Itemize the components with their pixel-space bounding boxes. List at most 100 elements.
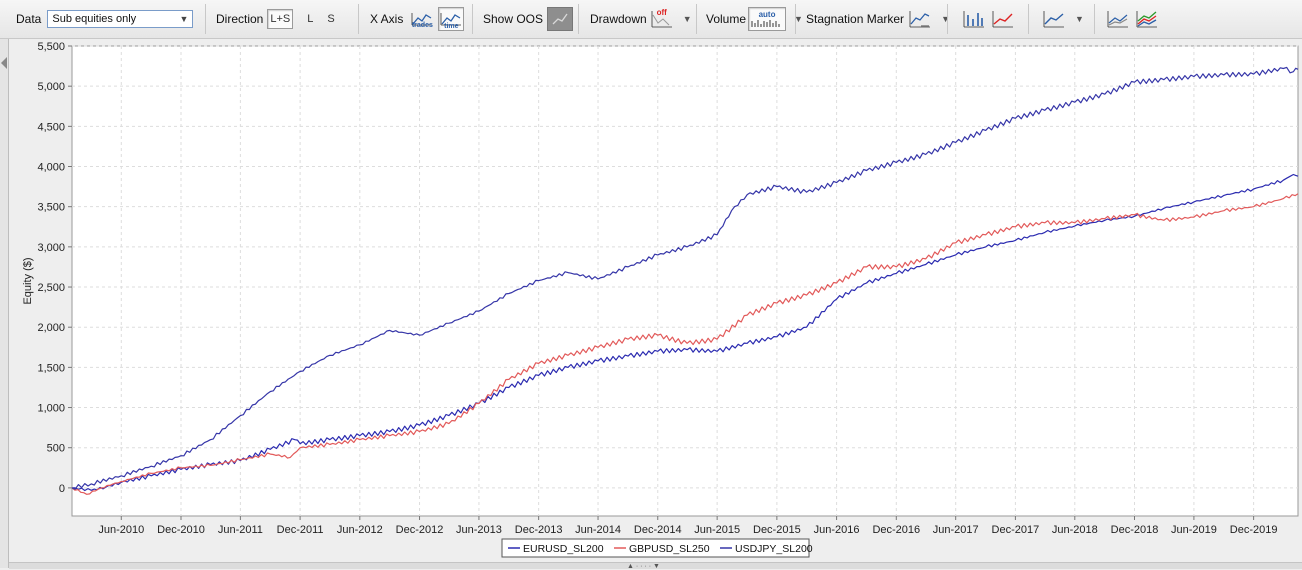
y-tick-label: 3,000 [37, 242, 65, 254]
y-tick-label: 4,500 [37, 121, 65, 133]
drawdown-button[interactable]: off [649, 7, 675, 31]
x-tick-label: Dec-2016 [872, 524, 920, 536]
multi-line-chart-button[interactable] [1105, 7, 1131, 31]
line-chart-dropdown-icon[interactable]: ▼ [1075, 14, 1084, 24]
legend: EURUSD_SL200 GBPUSD_SL250 USDJPY_SL200 [501, 538, 813, 558]
x-tick-label: Jun-2010 [98, 524, 144, 536]
x-tick-label: Jun-2011 [218, 524, 263, 536]
data-select[interactable]: Sub equities only ▼ [47, 10, 194, 28]
x-tick-label: Dec-2018 [1111, 524, 1159, 536]
divider [696, 4, 697, 34]
drawdown-label: Drawdown [590, 12, 647, 26]
stagnation-group: Stagnation Marker ▼ [806, 0, 950, 38]
y-axis: 0 500 1,000 1,500 2,000 2,500 3,000 3,500 4,000 4… [37, 41, 72, 495]
y-axis-title: Equity ($) [22, 257, 34, 304]
chart-type-group [958, 0, 1016, 38]
x-tick-label: Dec-2017 [992, 524, 1040, 536]
colored-lines-chart-button[interactable] [1134, 7, 1160, 31]
colored-lines-chart-icon [1136, 11, 1157, 28]
bar-chart-button[interactable] [961, 7, 987, 31]
drawdown-state: off [656, 8, 667, 17]
data-label: Data [16, 12, 42, 26]
volume-button[interactable]: auto [748, 7, 787, 31]
direction-label: Direction [216, 12, 264, 26]
x-tick-label: Dec-2011 [277, 524, 324, 536]
xaxis-trades-button[interactable]: trades [409, 7, 435, 31]
y-tick-label: 1,500 [37, 362, 65, 374]
x-tick-label: Dec-2014 [634, 524, 682, 536]
show-oos-toggle[interactable] [547, 7, 574, 31]
equity-chart-panel: 0 500 1,000 1,500 2,000 2,500 3,000 3,500 4,000 4… [9, 39, 1302, 568]
stagnation-label: Stagnation Marker [806, 12, 905, 26]
divider [795, 4, 796, 34]
divider [205, 4, 206, 34]
divider [1028, 4, 1029, 34]
divider [947, 4, 948, 34]
equity-chart: 0 500 1,000 1,500 2,000 2,500 3,000 3,500 4,000 4… [22, 41, 1299, 558]
oos-chart-icon [552, 13, 568, 25]
collapse-left-icon [1, 57, 7, 69]
x-tick-label: Dec-2019 [1230, 524, 1278, 536]
y-tick-label: 1,000 [37, 403, 65, 415]
grip-icon: ▲ · · · · ▼ [627, 563, 660, 570]
data-select-value: Sub equities only [52, 13, 137, 25]
xaxis-label: X Axis [370, 12, 404, 26]
line-chart-button[interactable] [1041, 7, 1067, 31]
legend-entry: USDJPY_SL200 [735, 543, 813, 555]
stagnation-dropdown-icon[interactable]: ▼ [941, 14, 950, 24]
x-tick-label: Dec-2015 [753, 524, 801, 536]
line-chart-group: ▼ [1038, 0, 1084, 38]
x-tick-label: Jun-2018 [1052, 524, 1098, 536]
x-tick-label: Jun-2013 [456, 524, 502, 536]
xaxis-time-label: time [444, 23, 459, 30]
volume-group: Volume auto ▼ [706, 0, 803, 38]
x-tick-label: Jun-2016 [814, 524, 860, 536]
bar-chart-icon [963, 11, 984, 28]
show-oos-label: Show OOS [483, 12, 544, 26]
multi-line-chart-icon [1107, 11, 1128, 28]
divider [578, 4, 579, 34]
x-tick-label: Jun-2012 [337, 524, 383, 536]
x-tick-label: Jun-2019 [1171, 524, 1217, 536]
stagnation-button[interactable] [907, 7, 933, 31]
x-tick-label: Dec-2012 [396, 524, 444, 536]
y-tick-label: 2,000 [37, 322, 65, 334]
y-tick-label: 2,500 [37, 282, 65, 294]
y-tick-label: 3,500 [37, 202, 65, 214]
x-tick-label: Dec-2013 [515, 524, 563, 536]
y-tick-label: 5,000 [37, 81, 65, 93]
toolbar: Data Sub equities only ▼ Direction L+S L… [0, 0, 1302, 39]
volume-label: Volume [706, 12, 747, 26]
x-tick-label: Jun-2014 [575, 524, 621, 536]
stagnation-icon [909, 11, 931, 28]
x-tick-label: Jun-2017 [933, 524, 979, 536]
chevron-down-icon: ▼ [179, 14, 189, 24]
xaxis-time-button[interactable]: time [438, 7, 465, 31]
x-tick-label: Dec-2010 [157, 524, 205, 536]
drawdown-dropdown-icon[interactable]: ▼ [683, 14, 692, 24]
xaxis-group: X Axis trades time [370, 0, 465, 38]
divider [1094, 4, 1095, 34]
direction-l-button[interactable]: L [307, 13, 313, 25]
y-tick-label: 4,000 [37, 162, 65, 174]
divider [472, 4, 473, 34]
line-chart-red-icon [992, 11, 1013, 28]
line-chart-red-button[interactable] [990, 7, 1016, 31]
x-axis: Jun-2010 Dec-2010 Jun-2011 Dec-2011 Jun-2012… [98, 516, 1277, 536]
y-tick-label: 0 [59, 483, 65, 495]
volume-state: auto [758, 10, 776, 19]
x-tick-label: Jun-2015 [694, 524, 740, 536]
y-tick-label: 5,500 [37, 41, 65, 53]
extra-charts-group [1102, 0, 1160, 38]
direction-group: Direction L+S L S [216, 0, 335, 38]
direction-s-button[interactable]: S [327, 13, 334, 25]
data-group: Data Sub equities only ▼ [16, 0, 194, 38]
line-chart-icon [1043, 11, 1064, 28]
oos-group: Show OOS [483, 0, 574, 38]
drawdown-group: Drawdown off ▼ [590, 0, 692, 38]
y-tick-label: 500 [47, 443, 65, 455]
xaxis-trades-label: trades [411, 22, 433, 29]
direction-ls-button[interactable]: L+S [267, 9, 294, 29]
collapse-panel-handle[interactable] [0, 39, 9, 568]
divider [358, 4, 359, 34]
